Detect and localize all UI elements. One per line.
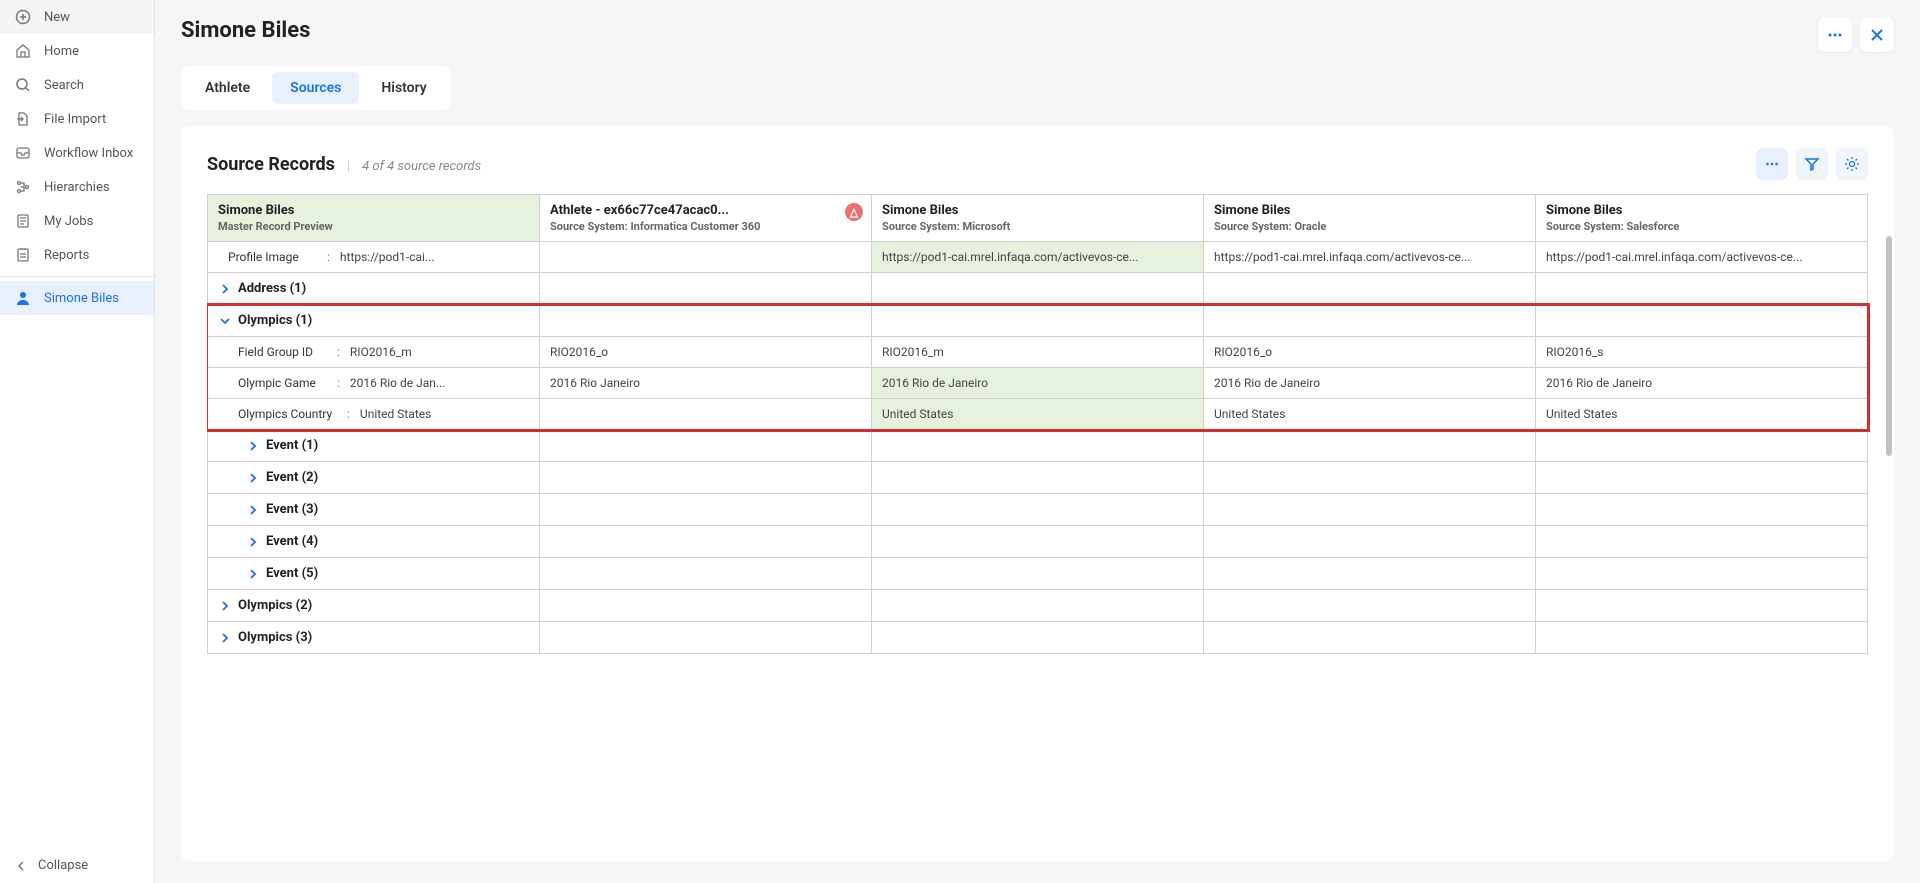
chevron-right-icon <box>218 599 232 613</box>
hierarchy-icon <box>14 178 32 196</box>
tab-athlete[interactable]: Athlete <box>187 72 268 104</box>
tab-history[interactable]: History <box>363 72 444 104</box>
close-button[interactable] <box>1860 18 1894 52</box>
sidebar-item-hierarchies[interactable]: Hierarchies <box>0 170 154 204</box>
table-group-row[interactable]: Olympics (3) <box>208 622 1868 654</box>
table-row: Field Group ID:RIO2016_m RIO2016_o RIO20… <box>208 337 1868 368</box>
source-records-table: Simone Biles Master Record Preview Athle… <box>207 194 1894 654</box>
table-group-row[interactable]: Olympics (2) <box>208 590 1868 622</box>
column-header-source: Simone Biles Source System: Oracle <box>1204 195 1536 242</box>
sidebar-item-label: Home <box>44 44 79 59</box>
settings-button[interactable] <box>1836 148 1868 180</box>
chevron-right-icon <box>218 282 232 296</box>
page-title: Simone Biles <box>181 18 310 43</box>
sidebar-item-new[interactable]: New <box>0 0 154 34</box>
chevron-down-icon <box>218 314 232 328</box>
sidebar-item-my-jobs[interactable]: My Jobs <box>0 204 154 238</box>
collapse-label: Collapse <box>38 858 88 873</box>
column-header-source: Athlete - ex66c77ce47acac0... Source Sys… <box>540 195 872 242</box>
sidebar-collapse[interactable]: Collapse <box>0 848 154 883</box>
card-subtitle: 4 of 4 source records <box>362 159 481 174</box>
table-group-row-olympics-1[interactable]: Olympics (1) <box>208 305 1868 337</box>
table-group-row[interactable]: Event (3) <box>208 494 1868 526</box>
more-horizontal-icon <box>1764 156 1780 172</box>
chevron-right-icon <box>246 567 260 581</box>
sidebar: New Home Search File Import Workflow Inb… <box>0 0 155 883</box>
column-header-source: Simone Biles Source System: Microsoft <box>872 195 1204 242</box>
search-icon <box>14 76 32 94</box>
sidebar-item-label: New <box>44 10 70 25</box>
table-row: Olympics Country:United States United St… <box>208 399 1868 430</box>
chevron-right-icon <box>218 631 232 645</box>
tabs: Athlete Sources History <box>181 66 451 110</box>
gear-icon <box>1844 156 1860 172</box>
sidebar-item-reports[interactable]: Reports <box>0 238 154 272</box>
table-row: Olympic Game:2016 Rio de Jan... 2016 Rio… <box>208 368 1868 399</box>
more-actions-button[interactable] <box>1818 18 1852 52</box>
main-content: Simone Biles Athlete Sources History Sou… <box>155 0 1920 883</box>
import-icon <box>14 110 32 128</box>
table-group-row[interactable]: Event (1) <box>208 430 1868 462</box>
sidebar-item-label: My Jobs <box>44 214 93 229</box>
card-title: Source Records <box>207 154 335 175</box>
table-group-row[interactable]: Event (4) <box>208 526 1868 558</box>
filter-icon <box>1804 156 1820 172</box>
sidebar-item-file-import[interactable]: File Import <box>0 102 154 136</box>
sidebar-item-label: File Import <box>44 112 106 127</box>
more-horizontal-icon <box>1826 26 1844 44</box>
close-icon <box>1869 27 1885 43</box>
person-icon <box>14 289 32 307</box>
chevron-right-icon <box>246 503 260 517</box>
card-more-button[interactable] <box>1756 148 1788 180</box>
inbox-icon <box>14 144 32 162</box>
table-group-row[interactable]: Address (1) <box>208 273 1868 305</box>
table-group-row[interactable]: Event (2) <box>208 462 1868 494</box>
sidebar-item-home[interactable]: Home <box>0 34 154 68</box>
reports-icon <box>14 246 32 264</box>
chevron-left-icon <box>14 859 28 873</box>
scrollbar[interactable] <box>1886 236 1892 650</box>
warning-badge-icon: △ <box>845 203 863 221</box>
table-row: Profile Image:https://pod1-cai... https:… <box>208 242 1868 273</box>
sidebar-item-label: Simone Biles <box>44 291 119 306</box>
chevron-right-icon <box>246 535 260 549</box>
sidebar-item-label: Hierarchies <box>44 180 110 195</box>
jobs-icon <box>14 212 32 230</box>
filter-button[interactable] <box>1796 148 1828 180</box>
sidebar-item-workflow-inbox[interactable]: Workflow Inbox <box>0 136 154 170</box>
sidebar-item-label: Reports <box>44 248 89 263</box>
sidebar-item-record[interactable]: Simone Biles <box>0 281 154 315</box>
column-header-master: Simone Biles Master Record Preview <box>208 195 540 242</box>
source-records-card: Source Records | 4 of 4 source records <box>181 126 1894 861</box>
sidebar-item-label: Search <box>44 78 84 93</box>
chevron-right-icon <box>246 471 260 485</box>
table-group-row[interactable]: Event (5) <box>208 558 1868 590</box>
sidebar-item-label: Workflow Inbox <box>44 146 133 161</box>
sidebar-item-search[interactable]: Search <box>0 68 154 102</box>
home-icon <box>14 42 32 60</box>
column-header-source: Simone Biles Source System: Salesforce <box>1536 195 1868 242</box>
plus-icon <box>14 8 32 26</box>
chevron-right-icon <box>246 439 260 453</box>
tab-sources[interactable]: Sources <box>272 72 359 104</box>
